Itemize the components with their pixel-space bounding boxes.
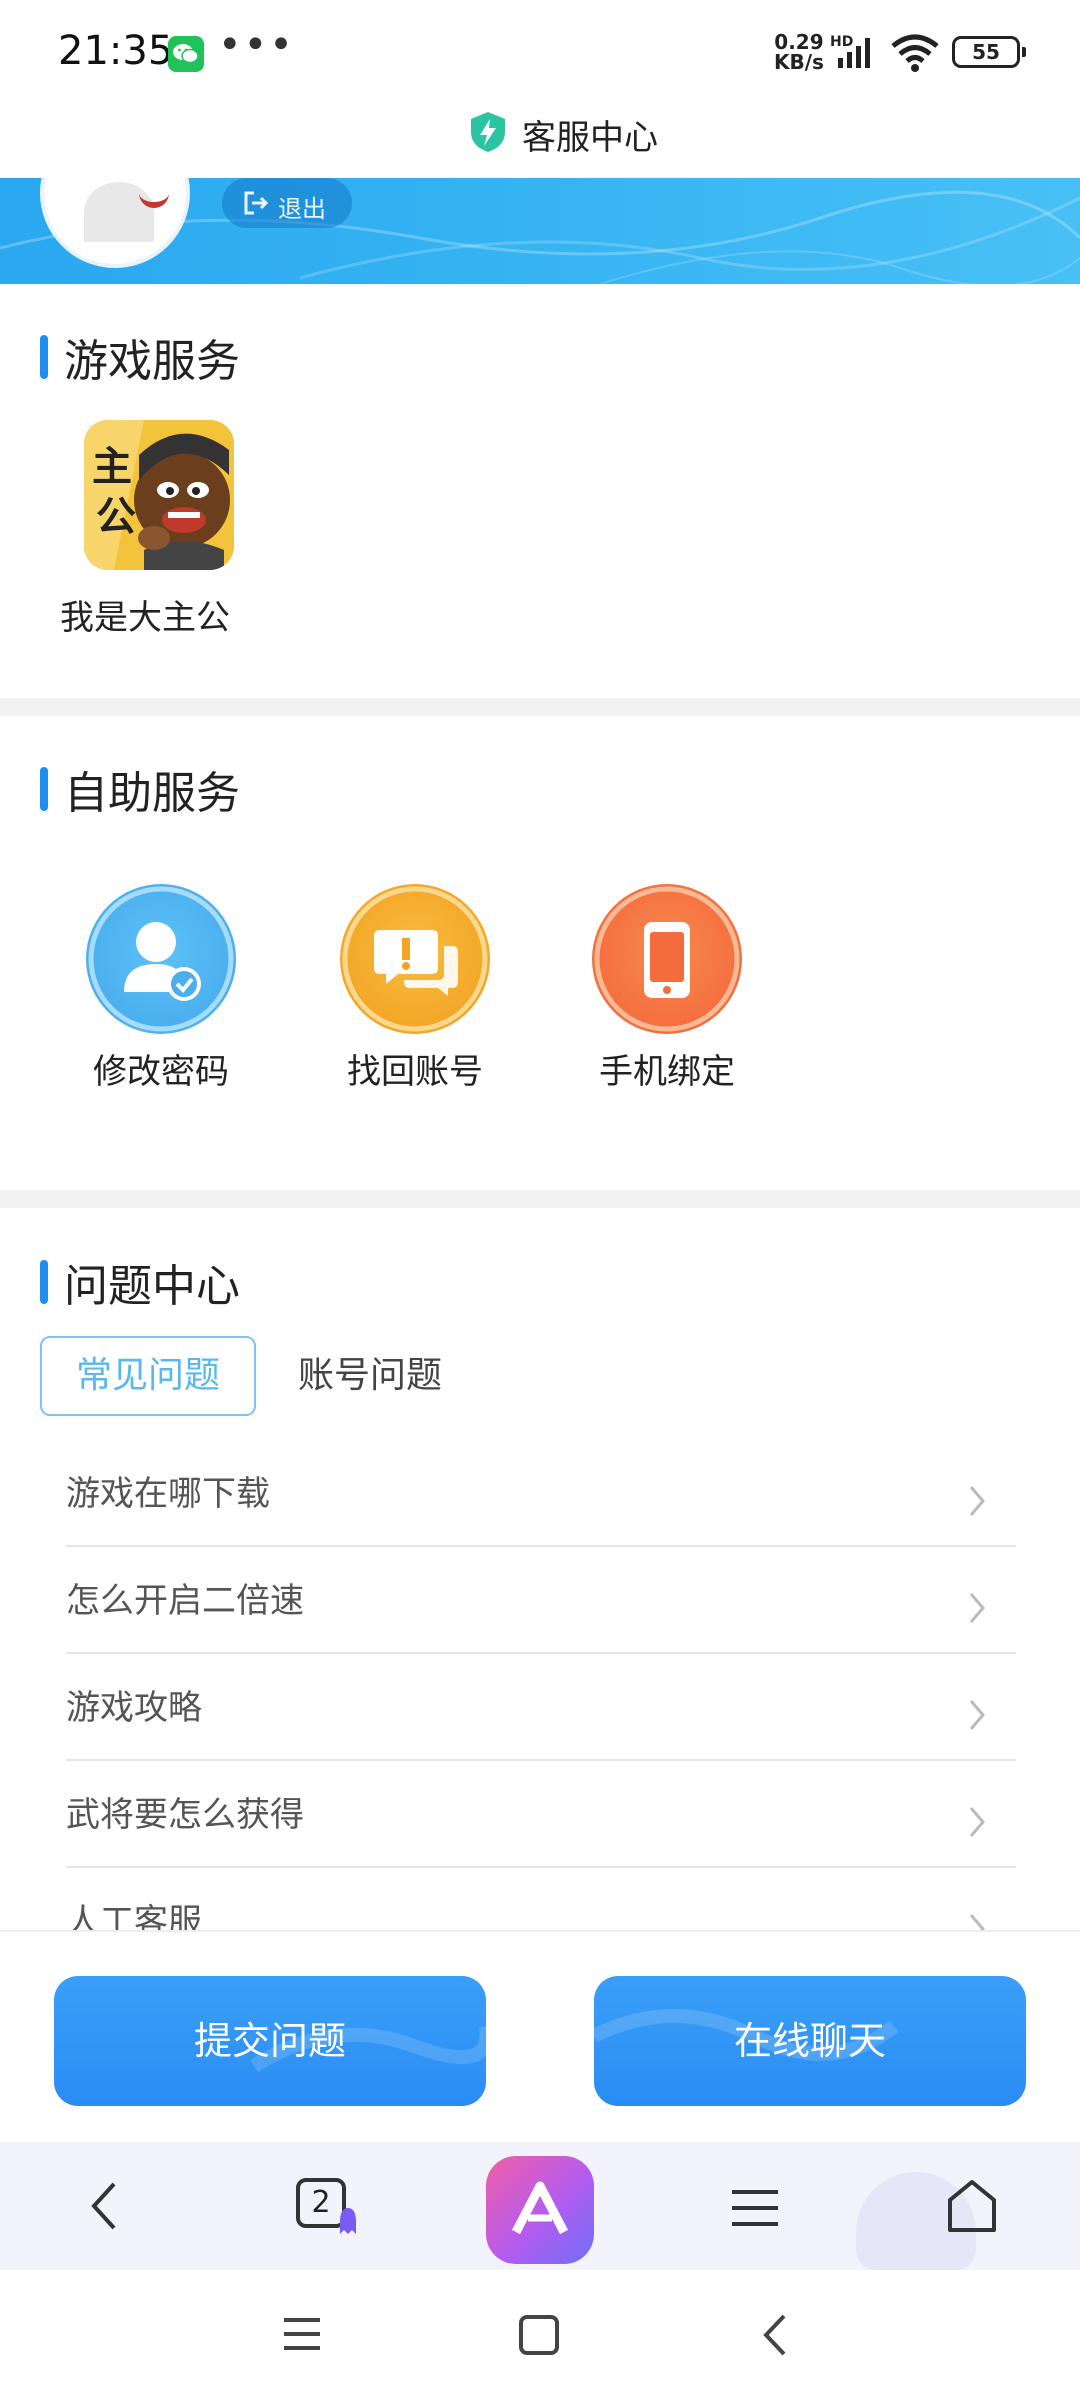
chevron-right-icon bbox=[969, 1486, 985, 1516]
faq-text: 怎么开启二倍速 bbox=[66, 1581, 304, 1621]
section-divider bbox=[0, 1190, 1080, 1208]
svg-text:公: 公 bbox=[96, 494, 136, 540]
logout-icon bbox=[244, 191, 269, 215]
faq-item[interactable]: 游戏攻略 bbox=[66, 1654, 1016, 1761]
game-name[interactable]: 我是大主公 bbox=[60, 590, 230, 639]
battery-icon: 55 bbox=[952, 36, 1026, 68]
chevron-right-icon bbox=[969, 1807, 985, 1837]
chevron-right-icon bbox=[969, 1700, 985, 1730]
action-bar: 提交问题 在线聊天 bbox=[0, 1930, 1080, 2142]
problem-center-title: 问题中心 bbox=[64, 1261, 240, 1312]
problem-center-heading: 问题中心 bbox=[40, 1250, 240, 1314]
back-icon[interactable] bbox=[88, 2180, 118, 2232]
home-square-icon[interactable] bbox=[518, 2314, 560, 2356]
faq-item[interactable]: 武将要怎么获得 bbox=[66, 1761, 1016, 1868]
faq-item[interactable]: 怎么开启二倍速 bbox=[66, 1547, 1016, 1654]
net-speed-value: 0.29 bbox=[774, 30, 824, 54]
svg-text:主: 主 bbox=[92, 444, 132, 490]
chevron-right-icon bbox=[969, 1914, 985, 1930]
heading-accent-bar bbox=[40, 1260, 48, 1304]
heading-accent-bar bbox=[40, 335, 48, 379]
shield-bolt-icon bbox=[471, 112, 505, 152]
logout-button[interactable]: 退出 bbox=[222, 178, 352, 228]
change-password-label: 修改密码 bbox=[93, 1052, 229, 1092]
home-icon[interactable] bbox=[946, 2178, 998, 2234]
game-service-title: 游戏服务 bbox=[64, 336, 240, 387]
game-service-heading: 游戏服务 bbox=[40, 325, 240, 389]
avatar-figure bbox=[84, 182, 154, 242]
recover-account-label: 找回账号 bbox=[347, 1052, 483, 1092]
net-speed-unit: KB/s bbox=[774, 50, 824, 74]
tab-count: 2 bbox=[311, 2185, 331, 2220]
heading-accent-bar bbox=[40, 767, 48, 811]
submit-question-label: 提交问题 bbox=[193, 2019, 346, 2063]
page-title: 客服中心 bbox=[522, 118, 658, 158]
self-service-heading: 自助服务 bbox=[40, 757, 240, 821]
user-check-icon bbox=[86, 884, 236, 1034]
status-bar: 21:35 ••• 0.29 KB/s HD 55 bbox=[0, 0, 1080, 100]
browser-toolbar: 2 bbox=[0, 2142, 1080, 2270]
menu-icon[interactable] bbox=[730, 2188, 780, 2228]
phone-binding-label: 手机绑定 bbox=[599, 1052, 735, 1092]
online-chat-button[interactable]: 在线聊天 bbox=[594, 1976, 1026, 2106]
system-navigation bbox=[0, 2270, 1080, 2400]
battery-level: 55 bbox=[972, 40, 1000, 64]
section-divider bbox=[0, 698, 1080, 716]
game-icon-dazhugong[interactable]: 主 公 bbox=[84, 420, 234, 570]
recent-apps-icon[interactable] bbox=[282, 2316, 322, 2352]
game-art: 主 公 bbox=[84, 420, 234, 570]
submit-question-button[interactable]: 提交问题 bbox=[54, 1976, 486, 2106]
chevron-right-icon bbox=[969, 1593, 985, 1623]
status-time: 21:35 bbox=[58, 28, 174, 74]
ai-logo bbox=[512, 2181, 568, 2235]
user-banner: 退出 bbox=[0, 178, 1080, 284]
ai-assistant-icon[interactable] bbox=[486, 2156, 594, 2264]
recover-account-item[interactable]: 找回账号 bbox=[340, 884, 490, 1092]
faq-text: 游戏攻略 bbox=[66, 1688, 202, 1728]
chat-alert-icon bbox=[340, 884, 490, 1034]
logout-label: 退出 bbox=[278, 195, 326, 223]
faq-text: 游戏在哪下载 bbox=[66, 1474, 270, 1514]
faq-text: 人工客服 bbox=[66, 1902, 202, 1930]
wifi-icon bbox=[891, 34, 939, 72]
faq-item[interactable]: 人工客服 bbox=[66, 1868, 1016, 1930]
faq-text: 武将要怎么获得 bbox=[66, 1795, 304, 1835]
nav-back-icon[interactable] bbox=[760, 2312, 788, 2358]
online-chat-label: 在线聊天 bbox=[733, 2019, 886, 2063]
signal-icon bbox=[838, 38, 870, 68]
net-speed: 0.29 KB/s bbox=[774, 32, 824, 72]
tab-common-questions[interactable]: 常见问题 bbox=[40, 1336, 256, 1416]
faq-item[interactable]: 游戏在哪下载 bbox=[66, 1440, 1016, 1547]
phone-binding-item[interactable]: 手机绑定 bbox=[592, 884, 742, 1092]
faq-list: 游戏在哪下载 怎么开启二倍速 游戏攻略 武将要怎么获得 人工客服 bbox=[66, 1440, 1016, 1930]
tab-account-questions[interactable]: 账号问题 bbox=[298, 1336, 458, 1416]
more-notifications-icon: ••• bbox=[218, 22, 295, 68]
wechat-icon bbox=[168, 36, 204, 72]
phone-icon bbox=[592, 884, 742, 1034]
tabs-icon[interactable]: 2 bbox=[296, 2178, 358, 2238]
change-password-item[interactable]: 修改密码 bbox=[86, 884, 236, 1092]
self-service-title: 自助服务 bbox=[64, 768, 240, 819]
title-bar: 客服中心 bbox=[0, 100, 1080, 178]
